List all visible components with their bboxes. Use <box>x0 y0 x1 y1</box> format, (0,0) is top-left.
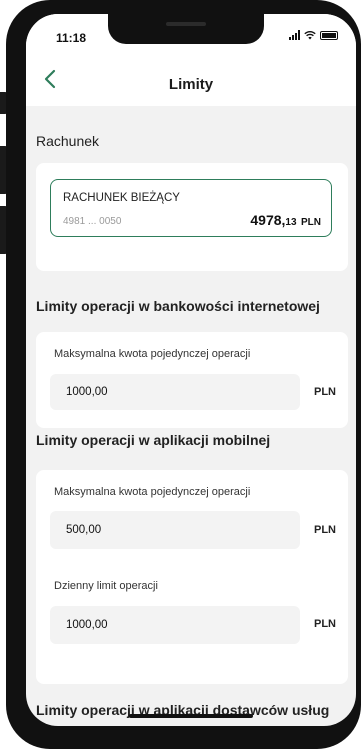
account-name: RACHUNEK BIEŻĄCY <box>63 192 180 204</box>
internet-max-amount-currency: PLN <box>314 386 336 398</box>
balance-fraction: 13 <box>285 217 297 228</box>
mobile-limits-heading: Limity operacji w aplikacji mobilnej <box>36 432 271 448</box>
limits-content[interactable]: Rachunek RACHUNEK BIEŻĄCY 4981 ... 0050 … <box>26 106 356 726</box>
home-indicator[interactable] <box>129 714 253 718</box>
wifi-icon <box>304 30 316 40</box>
internet-max-amount-input[interactable]: 1000,00 <box>50 374 300 410</box>
speaker-grille <box>166 22 206 26</box>
notch <box>108 14 264 44</box>
daily-limit-currency: PLN <box>314 618 336 630</box>
daily-limit-label: Dzienny limit operacji <box>54 580 158 592</box>
internet-max-amount-label: Maksymalna kwota pojedynczej operacji <box>54 348 251 360</box>
status-bar: 11:18 <box>26 14 356 54</box>
internet-limits-heading: Limity operacji w bankowości internetowe… <box>36 298 320 314</box>
balance-currency: PLN <box>301 217 321 228</box>
balance-main: 4978, <box>250 212 286 228</box>
internet-limits-panel: Maksymalna kwota pojedynczej operacji 10… <box>36 332 348 428</box>
mobile-max-amount-currency: PLN <box>314 524 336 536</box>
account-section-heading: Rachunek <box>36 133 100 149</box>
mobile-max-amount-input[interactable]: 500,00 <box>50 511 300 549</box>
signal-icon <box>289 30 300 40</box>
battery-icon <box>320 30 338 40</box>
status-icons <box>289 30 338 40</box>
app-screen: 11:18 Limity Rachunek RACHUNEK BIEŻĄCY 4… <box>26 14 356 726</box>
phone-frame: 11:18 Limity Rachunek RACHUNEK BIEŻĄCY 4… <box>6 0 361 749</box>
navigation-bar: Limity <box>26 54 356 106</box>
daily-limit-input[interactable]: 1000,00 <box>50 606 300 644</box>
mobile-limits-panel: Maksymalna kwota pojedynczej operacji 50… <box>36 470 348 684</box>
status-time: 11:18 <box>56 31 87 45</box>
account-balance: 4978,13 PLN <box>250 212 321 230</box>
account-number: 4981 ... 0050 <box>63 216 122 227</box>
account-card[interactable]: RACHUNEK BIEŻĄCY 4981 ... 0050 4978,13 P… <box>50 179 332 237</box>
mobile-max-amount-label: Maksymalna kwota pojedynczej operacji <box>54 486 251 498</box>
page-title: Limity <box>168 76 214 93</box>
account-panel: RACHUNEK BIEŻĄCY 4981 ... 0050 4978,13 P… <box>36 163 348 271</box>
